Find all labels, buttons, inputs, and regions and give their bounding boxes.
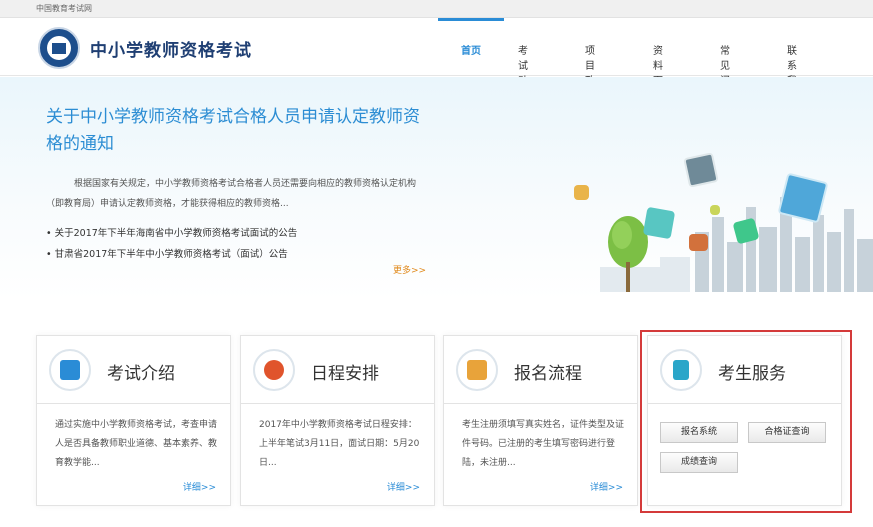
nav-faq[interactable]: 常见问题 xyxy=(720,18,730,102)
city-skyline-illustration xyxy=(600,197,873,300)
card-title: 考试介绍 xyxy=(107,364,175,384)
hero-more-link[interactable]: 更多>> xyxy=(393,263,426,276)
score-query-button[interactable]: 成绩查询 xyxy=(660,452,738,473)
candidate-service-icon xyxy=(660,349,702,391)
registration-system-button[interactable]: 报名系统 xyxy=(660,422,738,443)
nav-policy[interactable]: 项目政策 xyxy=(585,18,595,102)
card-more-link[interactable]: 详细>> xyxy=(387,480,420,493)
card-text: 通过实施中小学教师资格考试，考查申请人是否具备教师职业道德、基本素养、教育教学能… xyxy=(55,420,218,468)
hero-title[interactable]: 关于中小学教师资格考试合格人员申请认定教师资格的通知 xyxy=(46,104,436,158)
list-item[interactable]: • 甘肃省2017年下半年中小学教师资格考试（面试）公告 xyxy=(46,244,297,265)
nav-contact[interactable]: 联系我们 xyxy=(787,18,797,102)
cube-icon xyxy=(574,185,589,200)
registration-process-icon xyxy=(456,349,498,391)
cube-icon xyxy=(642,206,676,240)
card-schedule[interactable]: 日程安排 2017年中小学教师资格考试日程安排：上半年笔试3月11日，面试日期：… xyxy=(240,335,435,506)
exam-intro-icon xyxy=(49,349,91,391)
card-exam-intro[interactable]: 考试介绍 通过实施中小学教师资格考试，考查申请人是否具备教师职业道德、基本素养、… xyxy=(36,335,231,506)
cube-icon xyxy=(710,205,720,215)
card-title: 报名流程 xyxy=(514,364,582,384)
card-more-link[interactable]: 详细>> xyxy=(590,480,623,493)
card-more-link[interactable]: 详细>> xyxy=(183,480,216,493)
certificate-query-button[interactable]: 合格证查询 xyxy=(748,422,826,443)
hero-description: 根据国家有关规定，中小学教师资格考试合格者人员还需要向相应的教师资格认定机构（即… xyxy=(46,179,417,209)
header: 中小学教师资格考试 首页 考试动态 项目政策 资料下载 常见问题 联系我们 xyxy=(0,18,873,102)
nav-exam-news[interactable]: 考试动态 xyxy=(518,18,528,102)
card-text: 2017年中小学教师资格考试日程安排：上半年笔试3月11日，面试日期：5月20日… xyxy=(259,420,420,468)
nav-downloads[interactable]: 资料下载 xyxy=(653,18,663,102)
list-item[interactable]: • 关于2017年下半年海南省中小学教师资格考试面试的公告 xyxy=(46,223,297,244)
top-strip: 中国教育考试网 xyxy=(0,0,873,18)
card-text: 考生注册须填写真实姓名，证件类型及证件号码。已注册的考生填写密码进行登陆，未注册… xyxy=(462,420,625,468)
logo-icon[interactable] xyxy=(38,27,80,69)
logo-text[interactable]: 中小学教师资格考试 xyxy=(90,36,252,61)
site-name[interactable]: 中国教育考试网 xyxy=(36,3,92,14)
card-title: 日程安排 xyxy=(311,364,379,384)
nav-home[interactable]: 首页 xyxy=(438,18,504,76)
hero-news-list: • 关于2017年下半年海南省中小学教师资格考试面试的公告 • 甘肃省2017年… xyxy=(46,223,297,265)
card-candidate-service: 考生服务 报名系统 合格证查询 成绩查询 xyxy=(647,335,842,506)
card-registration[interactable]: 报名流程 考生注册须填写真实姓名，证件类型及证件号码。已注册的考生填写密码进行登… xyxy=(443,335,638,506)
cube-icon xyxy=(689,234,708,251)
cube-icon xyxy=(683,152,719,188)
schedule-check-icon xyxy=(253,349,295,391)
hero-banner: 关于中小学教师资格考试合格人员申请认定教师资格的通知 根据国家有关规定，中小学教… xyxy=(0,77,873,300)
card-title: 考生服务 xyxy=(718,364,786,384)
